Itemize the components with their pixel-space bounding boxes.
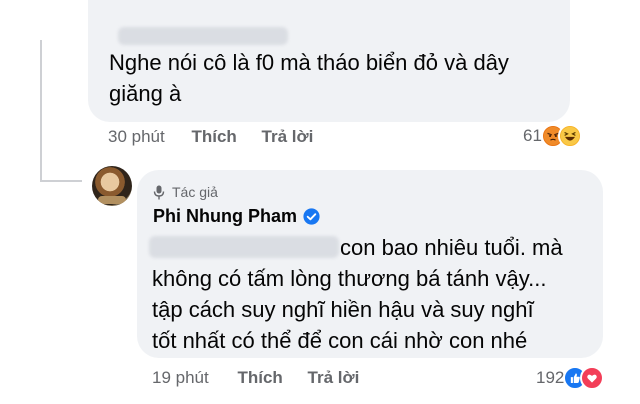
- like-button[interactable]: Thích: [191, 127, 236, 146]
- reply-text: con bao nhiêu tuổi. mà không có tấm lòng…: [152, 235, 563, 353]
- verified-badge-icon: [303, 208, 320, 225]
- reply-bubble: Tác giả Phi Nhung Pham con bao nhiêu tuổ…: [137, 170, 603, 358]
- comment-reactions[interactable]: 61: [523, 124, 582, 148]
- author-badge: Tác giả: [153, 184, 218, 200]
- heart-icon: [580, 366, 605, 390]
- comment-bubble: Nghe nói cô là f0 mà tháo biển đỏ và dây…: [88, 0, 570, 122]
- reply-timestamp[interactable]: 19 phút: [152, 368, 209, 387]
- thread-line-vertical: [40, 40, 42, 180]
- reply-button[interactable]: Trả lời: [262, 127, 314, 146]
- author-name-row: Phi Nhung Pham: [153, 206, 320, 227]
- reaction-count: 192: [536, 368, 565, 387]
- reply-meta: 19 phút Thích Trả lời: [152, 368, 359, 388]
- reply-button[interactable]: Trả lời: [308, 368, 360, 387]
- author-name[interactable]: Phi Nhung Pham: [153, 206, 297, 227]
- haha-icon: [557, 124, 582, 148]
- author-avatar[interactable]: [92, 166, 132, 206]
- comment-text: Nghe nói cô là f0 mà tháo biển đỏ và dây…: [109, 50, 509, 106]
- redacted-commenter-name: [118, 27, 288, 45]
- reply-reactions[interactable]: 192: [536, 366, 605, 390]
- microphone-icon: [153, 185, 165, 199]
- comment-timestamp[interactable]: 30 phút: [108, 127, 165, 146]
- reaction-count: 61: [523, 126, 542, 145]
- comment-meta: 30 phút Thích Trả lời: [108, 127, 313, 147]
- thread-line-curve: [40, 180, 82, 182]
- like-button[interactable]: Thích: [237, 368, 282, 387]
